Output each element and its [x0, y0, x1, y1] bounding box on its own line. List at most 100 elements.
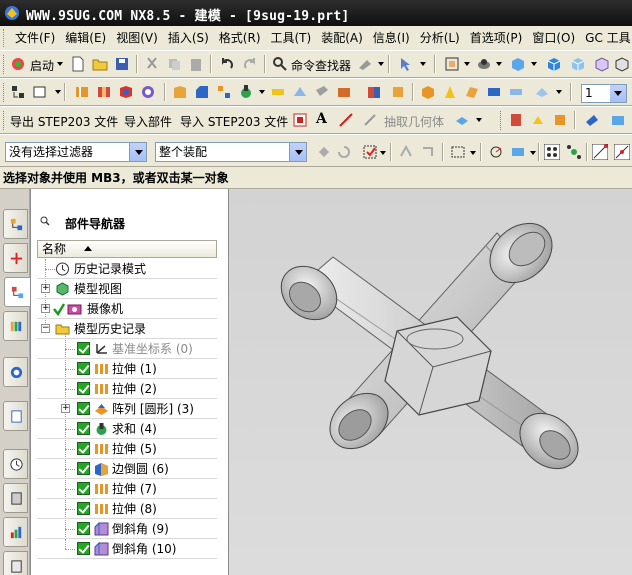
dropdown-arrow[interactable]	[378, 62, 384, 66]
dropdown-arrow[interactable]	[531, 62, 537, 66]
menu-assemblies[interactable]: 装配(A)	[316, 26, 368, 50]
fit-view-icon[interactable]	[444, 56, 460, 72]
shell-icon[interactable]	[314, 84, 330, 100]
sketch-icon[interactable]	[10, 84, 26, 100]
thicken-icon[interactable]	[508, 84, 524, 100]
expand-toggle[interactable]: +	[41, 284, 50, 293]
cube-blue-icon[interactable]	[546, 56, 562, 72]
reset-filter-icon[interactable]	[336, 144, 352, 160]
number-select-dropdown-button[interactable]	[610, 85, 626, 102]
visibility-checkbox[interactable]	[77, 522, 90, 535]
visibility-checkbox[interactable]	[77, 542, 90, 555]
import-step-button[interactable]: 导入 STEP203 文件	[180, 113, 288, 130]
type-filter-dropdown-button[interactable]	[129, 143, 146, 161]
visibility-checkbox[interactable]	[77, 362, 90, 375]
dropdown-arrow[interactable]	[464, 62, 470, 66]
selection-scope-select[interactable]: 整个装配	[155, 142, 307, 162]
tree-node-cameras[interactable]: + 摄像机	[37, 299, 217, 319]
number-select[interactable]: 1	[581, 84, 627, 103]
dropdown-arrow[interactable]	[380, 151, 386, 155]
revolve-icon[interactable]	[96, 84, 112, 100]
tree-node-extrude-2[interactable]: 拉伸 (2)	[37, 379, 217, 399]
name-column-header[interactable]: 名称	[37, 240, 217, 258]
dropdown-arrow[interactable]	[420, 62, 426, 66]
selection-scope-dropdown-button[interactable]	[289, 143, 306, 161]
view-triad-icon[interactable]	[488, 144, 504, 160]
draft-icon[interactable]	[442, 84, 458, 100]
menu-preferences[interactable]: 首选项(P)	[465, 26, 528, 50]
sew-icon[interactable]	[486, 84, 502, 100]
resource-tab-system-materials[interactable]	[3, 483, 28, 513]
graphics-window[interactable]	[228, 189, 632, 575]
cube-edges-icon[interactable]	[614, 56, 630, 72]
hole-icon[interactable]	[118, 84, 134, 100]
offset-face-icon[interactable]	[336, 84, 352, 100]
tree-node-chamfer-9[interactable]: 倒斜角 (9)	[37, 519, 217, 539]
nx-app-icon[interactable]	[4, 5, 20, 21]
expand-toggle[interactable]: +	[61, 404, 70, 413]
cube-wire-icon[interactable]	[594, 56, 610, 72]
pin-icon[interactable]	[40, 216, 50, 226]
shaded-view-icon[interactable]	[510, 56, 526, 72]
new-file-icon[interactable]	[70, 56, 86, 72]
visibility-checkbox[interactable]	[77, 422, 90, 435]
toolbar-grip[interactable]	[500, 111, 503, 130]
cylinder-icon[interactable]	[390, 84, 406, 100]
expand-toggle[interactable]: +	[41, 304, 50, 313]
extrude-tool-icon[interactable]	[74, 84, 90, 100]
text-tool-button[interactable]: A	[316, 111, 327, 127]
start-icon[interactable]	[10, 56, 26, 72]
tree-node-extrude-1[interactable]: 拉伸 (1)	[37, 359, 217, 379]
open-folder-icon[interactable]	[92, 56, 108, 72]
visibility-checkbox[interactable]	[77, 482, 90, 495]
unite-tool-icon[interactable]	[238, 84, 254, 100]
resource-tab-documents[interactable]	[3, 401, 28, 431]
command-finder-button[interactable]: 命令查找器	[291, 57, 351, 74]
dropdown-arrow[interactable]	[470, 151, 476, 155]
visibility-checkbox[interactable]	[77, 382, 90, 395]
toolbar-grip[interactable]	[3, 111, 6, 130]
tree-node-unite[interactable]: 求和 (4)	[37, 419, 217, 439]
resource-tab-constraint-navigator[interactable]	[3, 243, 28, 273]
tree-node-extrude-5[interactable]: 拉伸 (5)	[37, 439, 217, 459]
menu-analysis[interactable]: 分析(L)	[415, 26, 465, 50]
face-blend-icon[interactable]	[464, 84, 480, 100]
paste-icon[interactable]	[188, 56, 204, 72]
visibility-checkbox[interactable]	[77, 462, 90, 475]
tree-node-edge-blend[interactable]: 边倒圆 (6)	[37, 459, 217, 479]
start-button[interactable]: 启动	[30, 57, 54, 74]
visibility-checkbox[interactable]	[77, 402, 90, 415]
visibility-checkbox[interactable]	[77, 502, 90, 515]
command-finder-icon[interactable]	[272, 56, 288, 72]
rectangle-select-icon[interactable]	[450, 144, 466, 160]
show-hide-icon[interactable]	[510, 144, 526, 160]
tree-node-chamfer-10[interactable]: 倒斜角 (10)	[37, 539, 217, 559]
move-component-icon[interactable]	[552, 112, 568, 128]
menu-edit[interactable]: 编辑(E)	[60, 26, 111, 50]
dropdown-arrow[interactable]	[556, 90, 562, 94]
cut-icon[interactable]	[144, 56, 160, 72]
snap-options-icon[interactable]	[566, 144, 582, 160]
menu-view[interactable]: 视图(V)	[111, 26, 163, 50]
selection-tool-icon[interactable]	[398, 56, 414, 72]
start-dropdown-arrow[interactable]	[57, 62, 63, 66]
extract-geometry-button[interactable]: 抽取几何体	[384, 113, 444, 130]
resource-tab-part-navigator[interactable]	[4, 277, 31, 307]
tree-node-model-views[interactable]: + 模型视图	[37, 279, 217, 299]
tree-node-extrude-8[interactable]: 拉伸 (8)	[37, 499, 217, 519]
visibility-checkbox[interactable]	[77, 442, 90, 455]
resource-tab-roles[interactable]	[3, 551, 28, 575]
tree-node-circular-pattern[interactable]: + 阵列 [圆形] (3)	[37, 399, 217, 419]
exploded-view-icon[interactable]	[610, 112, 626, 128]
resource-tab-assembly-navigator[interactable]	[3, 209, 28, 239]
assembly-constraint-icon[interactable]	[508, 112, 524, 128]
resource-tab-reuse-library[interactable]	[3, 311, 28, 341]
save-icon[interactable]	[114, 56, 130, 72]
collapse-toggle[interactable]: −	[41, 324, 50, 333]
resource-tab-process-studio[interactable]	[3, 517, 28, 547]
body-selection-icon[interactable]	[420, 144, 436, 160]
blend-tool-icon[interactable]	[172, 84, 188, 100]
type-filter-select[interactable]: 没有选择过滤器	[5, 142, 147, 162]
cube-light-icon[interactable]	[570, 56, 586, 72]
copy-icon[interactable]	[166, 56, 182, 72]
